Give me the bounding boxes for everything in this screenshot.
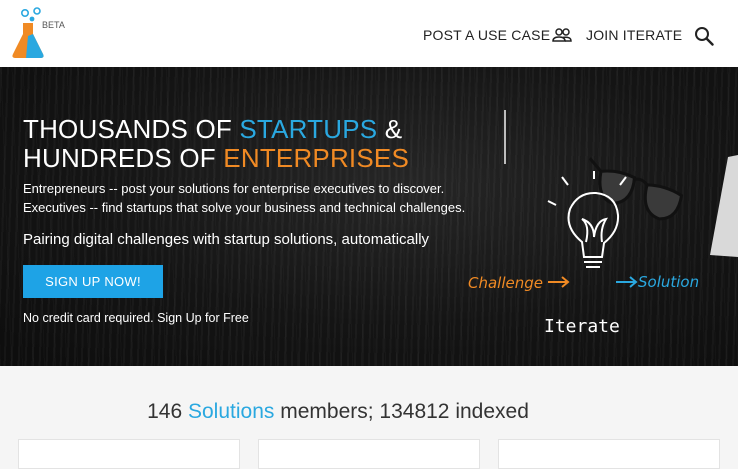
stats-section: 146 Solutions members; 134812 indexed bbox=[0, 366, 738, 469]
hero-desc-line-1: Entrepreneurs -- post your solutions for… bbox=[23, 181, 445, 196]
arrow-icon bbox=[548, 276, 570, 288]
hero-title-startups: STARTUPS bbox=[239, 114, 378, 144]
hero-title: THOUSANDS OF STARTUPS & HUNDREDS OF ENTE… bbox=[23, 115, 409, 173]
hero-title-enterprises: ENTERPRISES bbox=[223, 143, 409, 173]
sketch-iterate: Iterate bbox=[544, 316, 620, 337]
search-icon[interactable] bbox=[694, 26, 714, 46]
hero-description: Entrepreneurs -- post your solutions for… bbox=[23, 179, 465, 217]
hero-title-suffix-1: & bbox=[377, 114, 403, 144]
join-iterate-link[interactable]: JOIN ITERATE bbox=[586, 27, 682, 43]
hero-tagline: Pairing digital challenges with startup … bbox=[23, 231, 430, 248]
solution-card[interactable] bbox=[498, 439, 720, 469]
arrow-icon bbox=[616, 276, 638, 288]
flask-logo-icon[interactable] bbox=[10, 6, 70, 64]
hero-desc-line-2: Executives -- find startups that solve y… bbox=[23, 200, 466, 215]
people-icon bbox=[552, 28, 572, 42]
iterate-sketch-illustration: Challenge Solution Iterate bbox=[468, 155, 738, 337]
solution-card[interactable] bbox=[258, 439, 480, 469]
sketch-solution: Solution bbox=[638, 273, 699, 291]
stats-count: 146 bbox=[147, 400, 183, 423]
top-header: BETA POST A USE CASE JOIN ITERATE bbox=[0, 0, 738, 67]
hero-banner: THOUSANDS OF STARTUPS & HUNDREDS OF ENTE… bbox=[0, 67, 738, 366]
post-use-case-link[interactable]: POST A USE CASE bbox=[423, 27, 550, 43]
hero-title-prefix-2: HUNDREDS OF bbox=[23, 143, 224, 173]
no-credit-note: No credit card required. Sign Up for Fre… bbox=[23, 311, 249, 325]
stats-rest: members; 134812 indexed bbox=[274, 400, 529, 423]
beta-badge: BETA bbox=[42, 20, 65, 30]
solution-card[interactable] bbox=[18, 439, 240, 469]
sketch-challenge: Challenge bbox=[468, 274, 543, 292]
sign-up-button[interactable]: SIGN UP NOW! bbox=[23, 265, 163, 298]
hero-title-prefix-1: THOUSANDS OF bbox=[23, 114, 240, 144]
stats-solutions-link[interactable]: Solutions bbox=[188, 400, 274, 423]
glasses-icon bbox=[588, 157, 684, 221]
stats-summary: 146 Solutions members; 134812 indexed bbox=[0, 400, 676, 424]
